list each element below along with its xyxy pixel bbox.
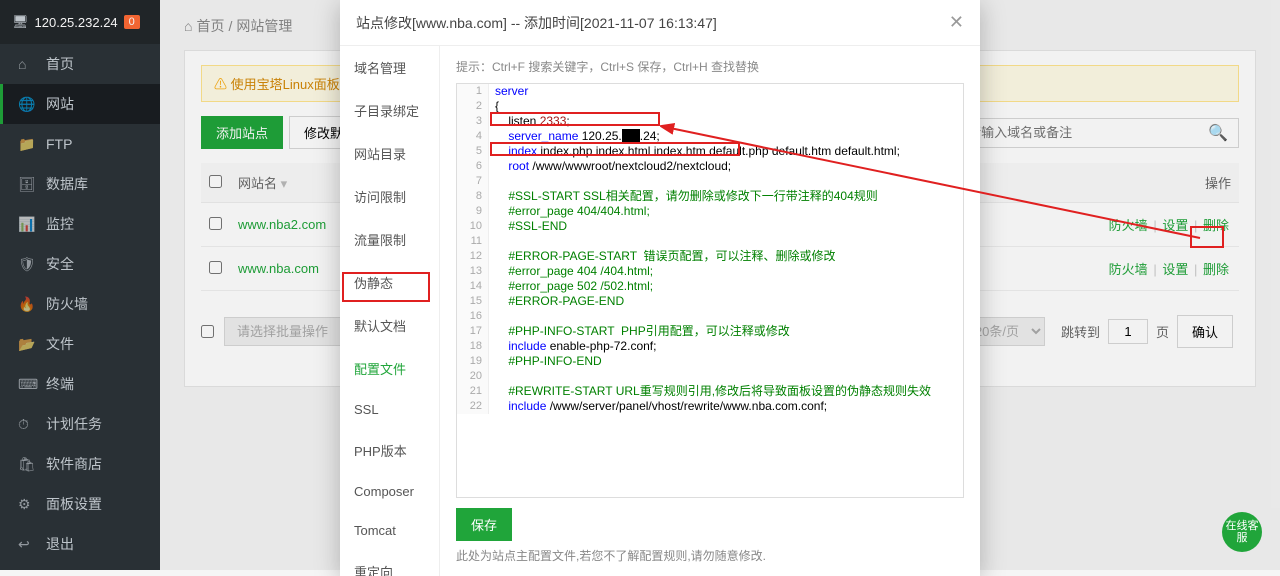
modal-content: 提示：Ctrl+F 搜索关键字，Ctrl+S 保存，Ctrl+H 查找替换 1s… xyxy=(440,46,980,576)
code-line[interactable]: { xyxy=(489,99,499,114)
modal-tab[interactable]: 配置文件 xyxy=(340,347,439,390)
line-number: 14 xyxy=(457,279,489,294)
line-number: 4 xyxy=(457,129,489,144)
code-line[interactable]: server xyxy=(489,84,528,99)
modal-tab[interactable]: SSL xyxy=(340,390,439,429)
modal-tab[interactable]: PHP版本 xyxy=(340,429,439,472)
line-number: 2 xyxy=(457,99,489,114)
close-icon[interactable]: ✕ xyxy=(949,12,964,33)
code-line[interactable] xyxy=(489,234,495,249)
line-number: 5 xyxy=(457,144,489,159)
code-line[interactable]: listen 2333; xyxy=(489,114,570,129)
code-line[interactable]: #ERROR-PAGE-START 错误页配置，可以注释、删除或修改 xyxy=(489,249,835,264)
line-number: 17 xyxy=(457,324,489,339)
line-number: 18 xyxy=(457,339,489,354)
code-line[interactable]: #error_page 404/404.html; xyxy=(489,204,650,219)
code-line[interactable]: #SSL-END xyxy=(489,219,567,234)
save-button[interactable]: 保存 xyxy=(456,508,512,541)
editor-note: 此处为站点主配置文件,若您不了解配置规则,请勿随意修改. xyxy=(456,547,964,564)
line-number: 22 xyxy=(457,399,489,414)
line-number: 7 xyxy=(457,174,489,189)
modal-tab[interactable]: 默认文档 xyxy=(340,304,439,347)
line-number: 19 xyxy=(457,354,489,369)
modal-tab[interactable]: 伪静态 xyxy=(340,261,439,304)
line-number: 20 xyxy=(457,369,489,384)
code-line[interactable]: index index.php index.html index.htm def… xyxy=(489,144,900,159)
help-float-button[interactable]: 在线客服 xyxy=(1222,512,1262,552)
modal-title: 站点修改[www.nba.com] -- 添加时间[2021-11-07 16:… xyxy=(356,13,717,33)
modal-title-bar: 站点修改[www.nba.com] -- 添加时间[2021-11-07 16:… xyxy=(340,0,980,46)
code-line[interactable] xyxy=(489,369,495,384)
editor-hint: 提示：Ctrl+F 搜索关键字，Ctrl+S 保存，Ctrl+H 查找替换 xyxy=(456,58,964,75)
code-line[interactable]: include /www/server/panel/vhost/rewrite/… xyxy=(489,399,827,414)
modal-tab[interactable]: 重定向 xyxy=(340,550,439,576)
modal-tab[interactable]: 域名管理 xyxy=(340,46,439,89)
line-number: 6 xyxy=(457,159,489,174)
code-line[interactable]: #SSL-START SSL相关配置，请勿删除或修改下一行带注释的404规则 xyxy=(489,189,878,204)
line-number: 13 xyxy=(457,264,489,279)
line-number: 12 xyxy=(457,249,489,264)
code-line[interactable]: server_name 120.25.xxx.24; xyxy=(489,129,660,144)
site-edit-modal: 站点修改[www.nba.com] -- 添加时间[2021-11-07 16:… xyxy=(340,0,980,576)
code-line[interactable]: #error_page 404 /404.html; xyxy=(489,264,653,279)
modal-tab[interactable]: 子目录绑定 xyxy=(340,89,439,132)
line-number: 11 xyxy=(457,234,489,249)
line-number: 1 xyxy=(457,84,489,99)
code-line[interactable]: root /www/wwwroot/nextcloud2/nextcloud; xyxy=(489,159,731,174)
config-editor[interactable]: 1server2{3 listen 2333;4 server_name 120… xyxy=(456,83,964,498)
code-line[interactable]: #PHP-INFO-START PHP引用配置，可以注释或修改 xyxy=(489,324,790,339)
code-line[interactable]: #PHP-INFO-END xyxy=(489,354,602,369)
code-line[interactable]: #REWRITE-START URL重写规则引用,修改后将导致面板设置的伪静态规… xyxy=(489,384,931,399)
modal-tabs: 域名管理子目录绑定网站目录访问限制流量限制伪静态默认文档配置文件SSLPHP版本… xyxy=(340,46,440,576)
line-number: 9 xyxy=(457,204,489,219)
line-number: 3 xyxy=(457,114,489,129)
line-number: 10 xyxy=(457,219,489,234)
code-line[interactable]: #ERROR-PAGE-END xyxy=(489,294,624,309)
modal-tab[interactable]: Tomcat xyxy=(340,511,439,550)
code-line[interactable]: #error_page 502 /502.html; xyxy=(489,279,653,294)
line-number: 15 xyxy=(457,294,489,309)
code-line[interactable] xyxy=(489,174,495,189)
modal-tab[interactable]: 网站目录 xyxy=(340,132,439,175)
line-number: 16 xyxy=(457,309,489,324)
code-line[interactable]: include enable-php-72.conf; xyxy=(489,339,656,354)
line-number: 8 xyxy=(457,189,489,204)
code-line[interactable] xyxy=(489,309,495,324)
modal-tab[interactable]: 访问限制 xyxy=(340,175,439,218)
modal-tab[interactable]: 流量限制 xyxy=(340,218,439,261)
modal-tab[interactable]: Composer xyxy=(340,472,439,511)
line-number: 21 xyxy=(457,384,489,399)
